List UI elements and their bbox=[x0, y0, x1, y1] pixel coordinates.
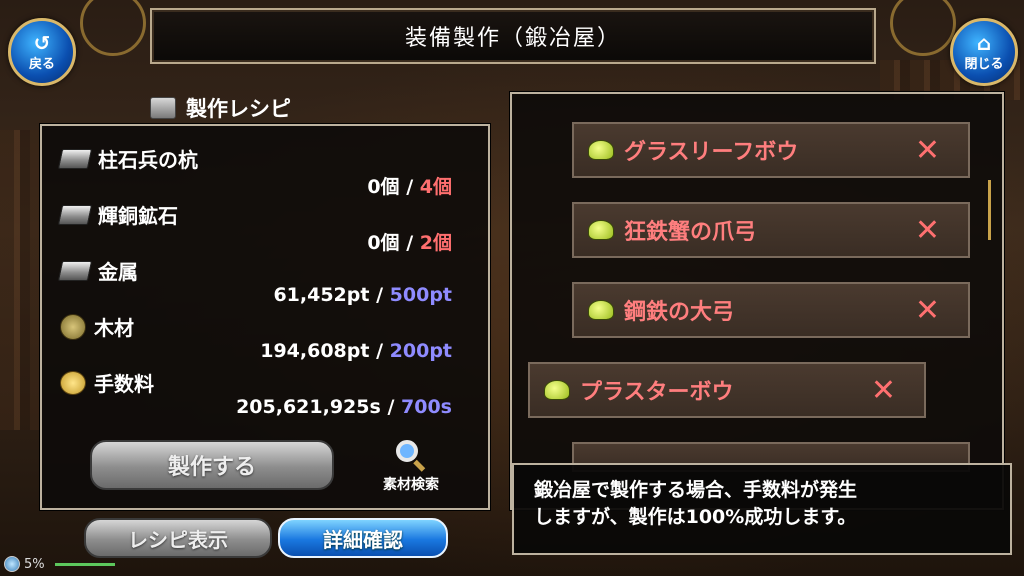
requirement-row: 手数料 205,621,925s / 700s bbox=[60, 368, 452, 424]
requirement-name: 輝銅鉱石 bbox=[98, 204, 178, 228]
unavailable-mark: ✕ bbox=[914, 132, 940, 168]
recipe-panel-title: 製作レシピ bbox=[150, 92, 291, 124]
detail-confirm-button[interactable]: 詳細確認 bbox=[278, 518, 448, 558]
unavailable-mark: ✕ bbox=[870, 372, 896, 408]
unavailable-mark: ✕ bbox=[914, 212, 940, 248]
requirement-need: 4個 bbox=[419, 176, 452, 198]
close-button[interactable]: ⌂ 閉じる bbox=[950, 18, 1018, 86]
requirement-name: 木材 bbox=[94, 316, 134, 340]
magnifier-icon bbox=[396, 440, 426, 472]
bow-icon bbox=[544, 380, 570, 400]
list-item-label: 鋼鉄の大弓 bbox=[624, 300, 735, 325]
recipe-book-icon bbox=[150, 97, 176, 119]
message-line-1: 鍛冶屋で製作する場合、手数料が発生 bbox=[534, 479, 858, 501]
requirement-row: 輝銅鉱石 0個 / 2個 bbox=[57, 200, 452, 256]
requirement-have: 0個 bbox=[367, 232, 400, 254]
list-item-label: プラスターボウ bbox=[580, 380, 734, 405]
requirement-name: 手数料 bbox=[94, 372, 154, 396]
unavailable-mark: ✕ bbox=[914, 292, 940, 328]
list-item[interactable]: グラスリーフボウ ✕ bbox=[572, 122, 970, 178]
ornament-right bbox=[890, 0, 956, 56]
recipe-title-text: 製作レシピ bbox=[186, 97, 291, 121]
bow-icon bbox=[588, 300, 614, 320]
list-scrollbar[interactable] bbox=[988, 180, 991, 240]
material-search-button[interactable]: 素材検索 bbox=[366, 440, 456, 498]
requirement-row: 金属 61,452pt / 500pt bbox=[57, 256, 452, 312]
back-arrow-icon: ↺ bbox=[33, 30, 51, 55]
message-line-2: しますが、製作は100%成功します。 bbox=[534, 506, 857, 528]
list-item[interactable]: 鋼鉄の大弓 ✕ bbox=[572, 282, 970, 338]
requirement-need: 2個 bbox=[419, 232, 452, 254]
wood-icon bbox=[60, 313, 86, 340]
requirement-have: 0個 bbox=[367, 176, 400, 198]
title-bar: 装備製作（鍛冶屋） bbox=[150, 8, 876, 64]
bow-icon bbox=[588, 220, 614, 240]
requirement-have: 205,621,925s bbox=[236, 396, 381, 418]
requirement-name: 金属 bbox=[98, 260, 138, 284]
requirement-separator: / bbox=[406, 232, 414, 254]
requirement-separator: / bbox=[376, 284, 384, 306]
page-title: 装備製作（鍛冶屋） bbox=[404, 26, 621, 51]
list-item-label: 狂鉄蟹の爪弓 bbox=[624, 220, 757, 245]
requirement-separator: / bbox=[406, 176, 414, 198]
list-item[interactable]: 狂鉄蟹の爪弓 ✕ bbox=[572, 202, 970, 258]
info-message: 鍛冶屋で製作する場合、手数料が発生 しますが、製作は100%成功します。 bbox=[512, 463, 1012, 555]
requirement-row: 柱石兵の杭 0個 / 4個 bbox=[57, 144, 452, 200]
ingot-icon bbox=[57, 148, 93, 169]
requirement-need: 500pt bbox=[389, 284, 452, 306]
craft-button[interactable]: 製作する bbox=[90, 440, 334, 490]
bookshelf-left bbox=[0, 130, 40, 430]
status-icon bbox=[4, 556, 20, 572]
ingot-icon bbox=[57, 204, 93, 225]
requirement-separator: / bbox=[387, 396, 395, 418]
recipe-view-button[interactable]: レシピ表示 bbox=[84, 518, 272, 558]
list-item-selected[interactable]: プラスターボウ ✕ bbox=[528, 362, 926, 418]
close-label: 閉じる bbox=[964, 56, 1004, 72]
status-indicator: 5% bbox=[4, 556, 115, 572]
requirement-row: 木材 194,608pt / 200pt bbox=[60, 312, 452, 368]
requirement-need: 200pt bbox=[389, 340, 452, 362]
coin-icon bbox=[60, 370, 86, 395]
requirement-name: 柱石兵の杭 bbox=[98, 148, 198, 172]
back-label: 戻る bbox=[28, 56, 55, 72]
material-search-label: 素材検索 bbox=[383, 477, 439, 493]
ingot-icon bbox=[57, 260, 93, 281]
ornament-left bbox=[80, 0, 146, 56]
list-item-label: グラスリーフボウ bbox=[624, 140, 799, 165]
requirement-have: 194,608pt bbox=[260, 340, 370, 362]
bow-icon bbox=[588, 140, 614, 160]
status-bar bbox=[54, 562, 115, 566]
requirement-have: 61,452pt bbox=[273, 284, 370, 306]
home-icon: ⌂ bbox=[976, 30, 992, 55]
requirement-need: 700s bbox=[401, 396, 452, 418]
status-percent: 5% bbox=[24, 556, 45, 572]
requirement-separator: / bbox=[376, 340, 384, 362]
back-button[interactable]: ↺ 戻る bbox=[8, 18, 76, 86]
